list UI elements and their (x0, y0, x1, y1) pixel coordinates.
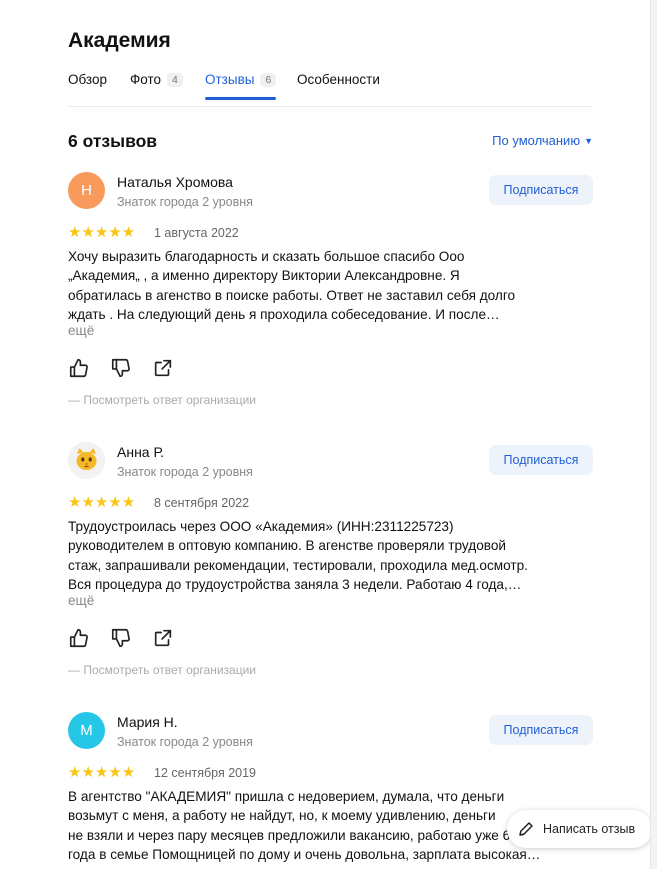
avatar[interactable]: Н (68, 172, 105, 209)
tab-overview-label: Обзор (68, 72, 107, 87)
tab-reviews[interactable]: Отзывы 6 (205, 72, 277, 100)
active-tab-indicator (205, 97, 277, 100)
review-date: 12 сентября 2019 (154, 766, 256, 780)
cat-emoji-icon (68, 442, 105, 479)
reviewer-rank: Знаток города 2 уровня (117, 735, 253, 749)
subscribe-button[interactable]: Подписаться (489, 175, 593, 205)
sort-label: По умолчанию (492, 133, 581, 148)
subscribe-button[interactable]: Подписаться (489, 715, 593, 745)
tab-features-label: Особенности (297, 72, 380, 87)
tab-reviews-count: 6 (260, 73, 277, 87)
tab-reviews-label: Отзывы (205, 72, 255, 87)
avatar[interactable] (68, 442, 105, 479)
tab-bar: Обзор Фото 4 Отзывы 6 Особенности (68, 70, 593, 107)
reviewer-name[interactable]: Анна Р. (117, 444, 164, 460)
reviewer-rank: Знаток города 2 уровня (117, 195, 253, 209)
review-date: 1 августа 2022 (154, 226, 239, 240)
review-date: 8 сентября 2022 (154, 496, 250, 510)
reviewer-name[interactable]: Наталья Хромова (117, 174, 233, 190)
tab-photos[interactable]: Фото 4 (130, 72, 183, 87)
avatar-letter: Н (81, 182, 92, 199)
review-card: Анна Р. Знаток города 2 уровня Подписать… (0, 270, 651, 677)
reviewer-name[interactable]: Мария Н. (117, 714, 178, 730)
tab-photos-label: Фото (130, 72, 162, 87)
org-reviews-page: Академия Обзор Фото 4 Отзывы 6 Особенности… (0, 0, 657, 869)
reviews-count-title: 6 отзывов (68, 131, 158, 151)
tab-photos-count: 4 (167, 73, 183, 87)
review-card: М Мария Н. Знаток города 2 уровня Подпис… (0, 540, 651, 862)
window-edge (650, 0, 657, 869)
tab-features[interactable]: Особенности (297, 72, 380, 87)
review-card: Н Наталья Хромова Знаток города 2 уровня… (0, 172, 651, 407)
rating-stars: ★★★★★ (68, 764, 136, 781)
subscribe-button[interactable]: Подписаться (489, 445, 593, 475)
review-text: В агентство "АКАДЕМИЯ" пришла с недовери… (68, 789, 541, 862)
org-title: Академия (68, 29, 171, 52)
sort-dropdown[interactable]: По умолчанию ▼ (492, 133, 593, 148)
write-review-button[interactable]: Написать отзыв (507, 810, 652, 848)
avatar[interactable]: М (68, 712, 105, 749)
pencil-icon (519, 822, 533, 836)
tab-overview[interactable]: Обзор (68, 72, 107, 87)
rating-stars: ★★★★★ (68, 224, 136, 241)
avatar-letter: М (80, 722, 93, 739)
chevron-down-icon: ▼ (584, 136, 593, 146)
rating-stars: ★★★★★ (68, 494, 136, 511)
reviewer-rank: Знаток города 2 уровня (117, 465, 253, 479)
write-review-label: Написать отзыв (543, 822, 636, 836)
reviews-list[interactable]: Н Наталья Хромова Знаток города 2 уровня… (0, 172, 651, 869)
